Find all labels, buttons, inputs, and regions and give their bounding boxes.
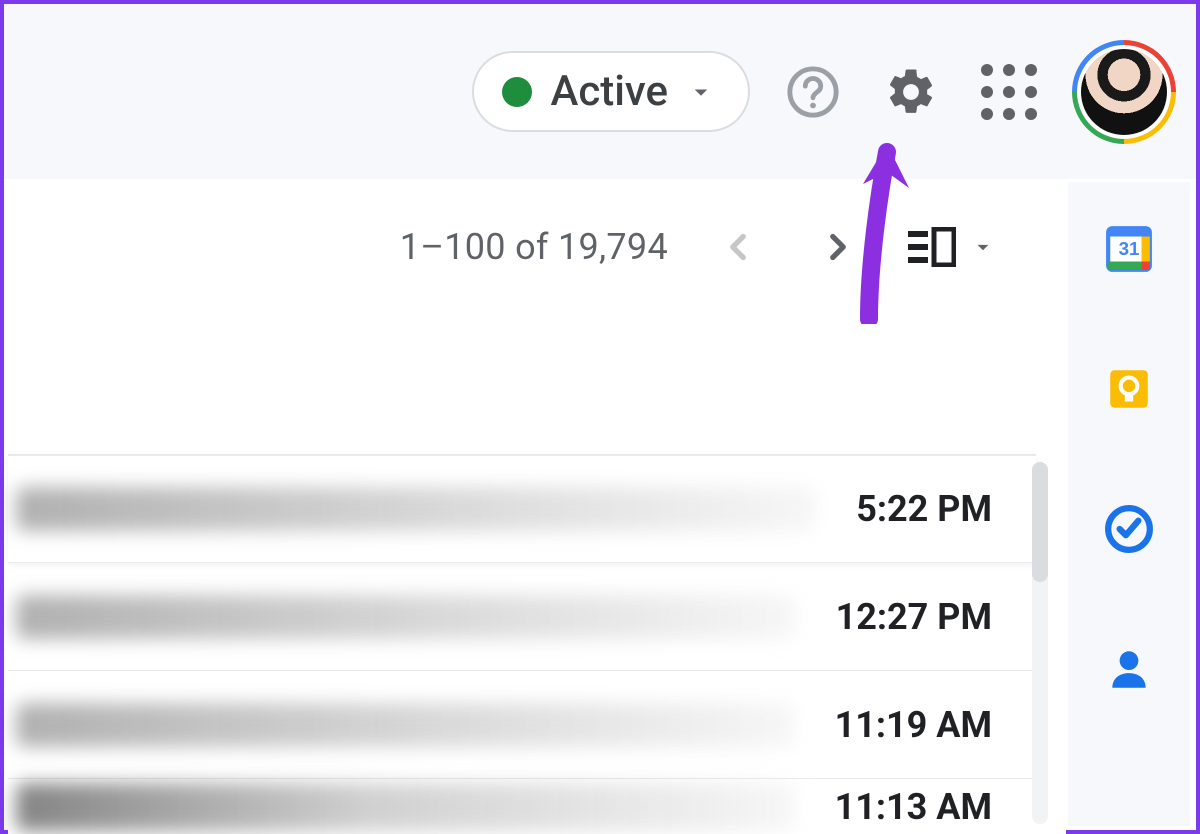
list-scrollbar[interactable] <box>1032 462 1048 824</box>
email-row[interactable]: 12:27 PM <box>8 563 1036 671</box>
account-avatar[interactable] <box>1072 40 1176 144</box>
calendar-app-button[interactable]: 31 <box>1102 222 1156 276</box>
avatar-image <box>1081 49 1167 135</box>
keep-app-button[interactable] <box>1102 362 1156 416</box>
status-label: Active <box>550 67 668 116</box>
side-panel: 31 <box>1068 182 1190 826</box>
status-dot-icon <box>502 77 532 107</box>
email-subject-blurred <box>16 595 796 639</box>
inbox-panel: 1–100 of 19,794 5:22 PM 12:27 PM <box>8 182 1066 834</box>
email-subject-blurred <box>16 487 816 531</box>
contacts-app-button[interactable] <box>1102 642 1156 696</box>
svg-text:31: 31 <box>1119 238 1140 259</box>
email-time: 11:13 AM <box>835 786 992 828</box>
email-time: 12:27 PM <box>836 596 992 638</box>
email-row[interactable]: 5:22 PM <box>8 455 1036 563</box>
email-row[interactable]: 11:19 AM <box>8 671 1036 779</box>
email-row[interactable]: 11:13 AM <box>8 779 1036 834</box>
pagination-count: 1–100 of 19,794 <box>400 226 668 268</box>
tasks-app-button[interactable] <box>1102 502 1156 556</box>
apps-grid-icon <box>981 64 1037 120</box>
email-list: 5:22 PM 12:27 PM 11:19 AM 11:13 AM <box>8 454 1036 834</box>
settings-button[interactable] <box>876 57 946 127</box>
email-time: 5:22 PM <box>856 488 992 530</box>
header-bar: Active <box>4 4 1196 179</box>
caret-down-icon <box>686 77 716 107</box>
next-page-button[interactable] <box>808 217 868 277</box>
email-subject-blurred <box>16 703 795 747</box>
chat-status-chip[interactable]: Active <box>472 51 750 132</box>
prev-page-button[interactable] <box>708 217 768 277</box>
help-button[interactable] <box>778 57 848 127</box>
google-apps-button[interactable] <box>974 57 1044 127</box>
toggle-split-pane-button[interactable] <box>908 227 996 267</box>
email-time: 11:19 AM <box>835 704 992 746</box>
scroll-thumb[interactable] <box>1032 462 1048 582</box>
email-subject-blurred <box>16 783 795 831</box>
list-toolbar: 1–100 of 19,794 <box>8 182 1066 312</box>
